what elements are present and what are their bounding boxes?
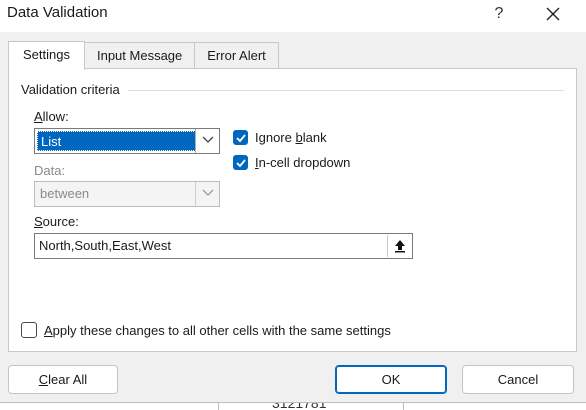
tab-strip: Settings Input Message Error Alert	[8, 41, 279, 70]
tab-settings[interactable]: Settings	[8, 41, 85, 70]
source-value: North,South,East,West	[39, 238, 171, 253]
checkmark-icon	[236, 159, 246, 168]
tab-input-message[interactable]: Input Message	[83, 42, 196, 69]
data-dropdown-arrow[interactable]	[195, 182, 219, 206]
apply-all-checkbox[interactable]	[21, 322, 37, 338]
collapse-dialog-icon	[395, 240, 405, 253]
dialog-title: Data Validation	[7, 4, 108, 21]
background-worksheet-strip: 3121781	[0, 403, 586, 410]
data-dropdown[interactable]: between	[34, 181, 220, 207]
source-input[interactable]: North,South,East,West	[34, 233, 413, 259]
data-selected-value: between	[40, 186, 90, 201]
help-button[interactable]: ?	[484, 0, 514, 28]
ignore-blank-checkbox-row[interactable]: Ignore blank	[233, 130, 327, 145]
checkmark-icon	[236, 134, 246, 143]
incell-dropdown-label: In-cell dropdown	[255, 155, 351, 170]
incell-dropdown-checkbox[interactable]	[233, 155, 248, 170]
range-select-button[interactable]	[387, 235, 411, 257]
allow-selected-value: List	[37, 131, 196, 151]
ignore-blank-label: Ignore blank	[255, 130, 327, 145]
title-bar: Data Validation ?	[0, 0, 586, 32]
apply-all-checkbox-row[interactable]: Apply these changes to all other cells w…	[21, 322, 391, 338]
chevron-down-icon	[202, 189, 214, 196]
data-label: Data:	[34, 163, 66, 178]
source-label: Source:	[34, 214, 79, 229]
ok-button[interactable]: OK	[335, 365, 447, 394]
ignore-blank-checkbox[interactable]	[233, 130, 248, 145]
validation-criteria-label: Validation criteria	[21, 82, 120, 97]
apply-all-label: Apply these changes to all other cells w…	[44, 322, 391, 338]
close-button[interactable]	[536, 0, 570, 28]
cancel-button[interactable]: Cancel	[462, 365, 574, 394]
group-divider	[128, 90, 564, 91]
grid-line	[403, 403, 404, 410]
settings-panel	[8, 68, 577, 352]
incell-dropdown-checkbox-row[interactable]: In-cell dropdown	[233, 155, 350, 170]
background-cell-fragment: 3121781	[272, 403, 327, 410]
allow-dropdown-arrow[interactable]	[195, 129, 219, 153]
tab-error-alert[interactable]: Error Alert	[194, 42, 279, 69]
chevron-down-icon	[202, 136, 214, 143]
clear-all-button[interactable]: Clear All	[8, 365, 118, 394]
allow-dropdown[interactable]: List	[34, 128, 220, 154]
grid-line	[218, 403, 219, 410]
close-icon	[546, 7, 560, 21]
data-validation-dialog: Data Validation ? Settings Input Message…	[0, 0, 586, 403]
allow-label: Allow:	[34, 109, 69, 124]
